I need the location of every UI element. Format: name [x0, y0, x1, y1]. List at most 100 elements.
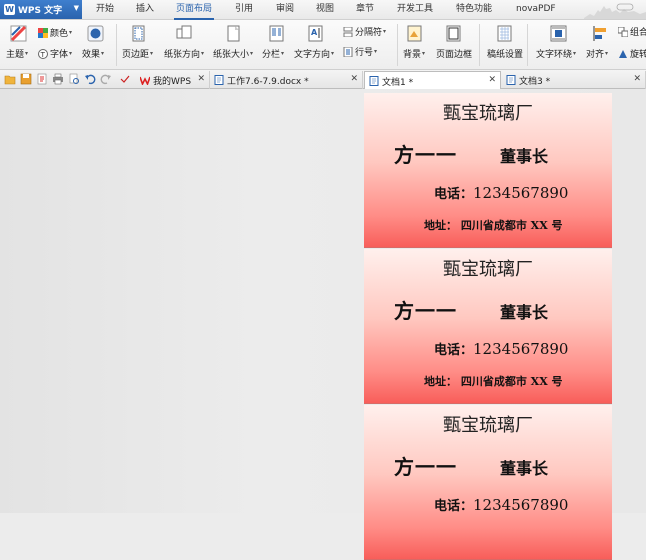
- effect-label: 效果: [82, 50, 101, 60]
- doc-tab-document3[interactable]: 文档3 * ✕: [502, 71, 646, 89]
- card-phone-label: 电话：: [434, 499, 474, 514]
- page-border-button[interactable]: 页面边框: [436, 47, 472, 60]
- tab-view[interactable]: 视图: [316, 0, 334, 19]
- chevron-down-icon: ▼: [73, 4, 79, 12]
- ribbon-page-layout: 主题 ▾ 颜色 ▾ T 字体 ▾ 效果 ▾ 页边距 ▾ 纸张方向 ▾ 纸张大小 ▾: [0, 20, 646, 70]
- line-numbers-button[interactable]: 行号 ▾: [343, 45, 377, 58]
- menubar: W WPS 文字 ▼ 开始 插入 页面布局 引用 审阅 视图 章节 开发工具 特…: [0, 0, 646, 20]
- color-button[interactable]: 颜色 ▾: [38, 26, 72, 39]
- tab-review[interactable]: 审阅: [276, 0, 294, 19]
- card-job-title: 董事长: [500, 147, 549, 166]
- doc-tab-document1[interactable]: 文档1 * ✕: [364, 71, 501, 90]
- open-folder-icon[interactable]: [4, 73, 16, 85]
- font-label: 字体: [50, 50, 69, 60]
- document-icon: [369, 76, 379, 86]
- columns-button[interactable]: 分栏 ▾: [262, 47, 284, 60]
- close-icon[interactable]: ✕: [488, 75, 496, 85]
- columns-label: 分栏: [262, 50, 281, 60]
- ribbon-divider: [397, 24, 398, 66]
- save-icon[interactable]: [20, 73, 32, 85]
- tab-developer[interactable]: 开发工具: [397, 0, 433, 19]
- line-numbers-label: 行号: [355, 48, 374, 58]
- skyline-decoration-icon: [584, 3, 646, 19]
- group-button[interactable]: 组合: [618, 25, 646, 38]
- theme-label: 主题: [6, 50, 25, 60]
- theme-button[interactable]: 主题 ▾: [6, 47, 28, 60]
- svg-text:A: A: [311, 28, 318, 37]
- document-workspace[interactable]: 甄宝琉璃厂 方一一 董事长 电话：1234567890 地址： 四川省成都市 X…: [0, 89, 646, 560]
- effect-button[interactable]: 效果 ▾: [82, 47, 104, 60]
- text-wrap-button[interactable]: 文字环绕 ▾: [536, 47, 576, 60]
- card-job-title: 董事长: [500, 459, 549, 478]
- tab-references[interactable]: 引用: [235, 0, 253, 19]
- wps-logo-icon: W: [4, 4, 15, 15]
- manuscript-button[interactable]: 稿纸设置: [487, 47, 523, 60]
- background-button[interactable]: 背景 ▾: [403, 47, 425, 60]
- tab-novapdf[interactable]: novaPDF: [516, 0, 556, 19]
- breaks-button[interactable]: 分隔符 ▾: [343, 25, 386, 38]
- doc-tab-work[interactable]: 工作7.6-7.9.docx * ✕: [210, 71, 363, 89]
- rotate-button[interactable]: 旋转: [618, 47, 646, 60]
- manuscript-icon: [497, 25, 512, 42]
- doc-tab-my-wps[interactable]: 我的WPS ✕: [136, 71, 210, 89]
- align-button[interactable]: 对齐 ▾: [586, 47, 608, 60]
- doc-tab-label: 文档3 *: [519, 76, 551, 87]
- print-icon[interactable]: [52, 73, 64, 85]
- card-company: 甄宝琉璃厂: [443, 259, 533, 280]
- svg-text:T: T: [40, 51, 46, 59]
- paper-size-label: 纸张大小: [213, 50, 250, 60]
- undo-icon[interactable]: [84, 73, 96, 85]
- paper-size-button[interactable]: 纸张大小 ▾: [213, 47, 253, 60]
- card-phone-number: 1234567890: [473, 496, 569, 514]
- redo-icon[interactable]: [100, 73, 112, 85]
- tab-features[interactable]: 特色功能: [456, 0, 492, 19]
- manuscript-label: 稿纸设置: [487, 50, 524, 60]
- card-person-name: 方一一: [394, 299, 457, 323]
- orientation-button[interactable]: 纸张方向 ▾: [164, 47, 204, 60]
- text-wrap-label: 文字环绕: [536, 50, 573, 60]
- orientation-label: 纸张方向: [164, 50, 201, 60]
- customize-toolbar-icon[interactable]: [119, 73, 131, 85]
- group-icon: [618, 26, 628, 37]
- text-direction-button[interactable]: 文字方向 ▾: [294, 47, 334, 60]
- doc-tab-label: 我的WPS: [153, 76, 192, 87]
- theme-icon: [10, 25, 27, 42]
- margins-label: 页边距: [122, 50, 150, 60]
- close-icon[interactable]: ✕: [197, 74, 205, 84]
- align-label: 对齐: [586, 50, 605, 60]
- tab-insert[interactable]: 插入: [136, 0, 154, 19]
- line-numbers-icon: [343, 46, 353, 57]
- margins-button[interactable]: 页边距 ▾: [122, 47, 153, 60]
- text-direction-label: 文字方向: [294, 50, 331, 60]
- doc-tab-label: 文档1 *: [382, 77, 414, 88]
- text-wrap-icon: [550, 25, 567, 42]
- card-phone-number: 1234567890: [473, 340, 569, 358]
- card-person-name: 方一一: [394, 455, 457, 479]
- card-address: 地址： 四川省成都市 XX 号: [424, 375, 563, 388]
- card-phone: 电话：1234567890: [434, 495, 568, 514]
- close-icon[interactable]: ✕: [350, 74, 358, 84]
- close-icon[interactable]: ✕: [633, 74, 641, 84]
- card-phone-label: 电话：: [434, 187, 474, 202]
- app-name: WPS 文字: [18, 6, 63, 16]
- tab-page-layout[interactable]: 页面布局: [173, 0, 215, 20]
- business-card[interactable]: 甄宝琉璃厂 方一一 董事长 电话：1234567890: [364, 405, 612, 560]
- export-pdf-icon[interactable]: [36, 73, 48, 85]
- font-icon: T: [38, 48, 48, 59]
- orientation-icon: [176, 25, 192, 39]
- business-card[interactable]: 甄宝琉璃厂 方一一 董事长 电话：1234567890 地址： 四川省成都市 X…: [364, 249, 612, 404]
- document-icon: [214, 75, 224, 85]
- card-job-title: 董事长: [500, 303, 549, 322]
- business-card[interactable]: 甄宝琉璃厂 方一一 董事长 电话：1234567890 地址： 四川省成都市 X…: [364, 93, 612, 248]
- app-menu-button[interactable]: W WPS 文字 ▼: [0, 0, 82, 19]
- print-preview-icon[interactable]: [68, 73, 80, 85]
- group-label: 组合: [630, 28, 646, 38]
- ribbon-divider: [527, 24, 528, 66]
- text-direction-icon: A: [308, 25, 323, 42]
- tab-section[interactable]: 章节: [356, 0, 374, 19]
- card-company: 甄宝琉璃厂: [443, 103, 533, 124]
- font-button[interactable]: T 字体 ▾: [38, 47, 72, 60]
- rotate-label: 旋转: [630, 50, 646, 60]
- align-icon: [593, 26, 606, 41]
- tab-home[interactable]: 开始: [96, 0, 114, 19]
